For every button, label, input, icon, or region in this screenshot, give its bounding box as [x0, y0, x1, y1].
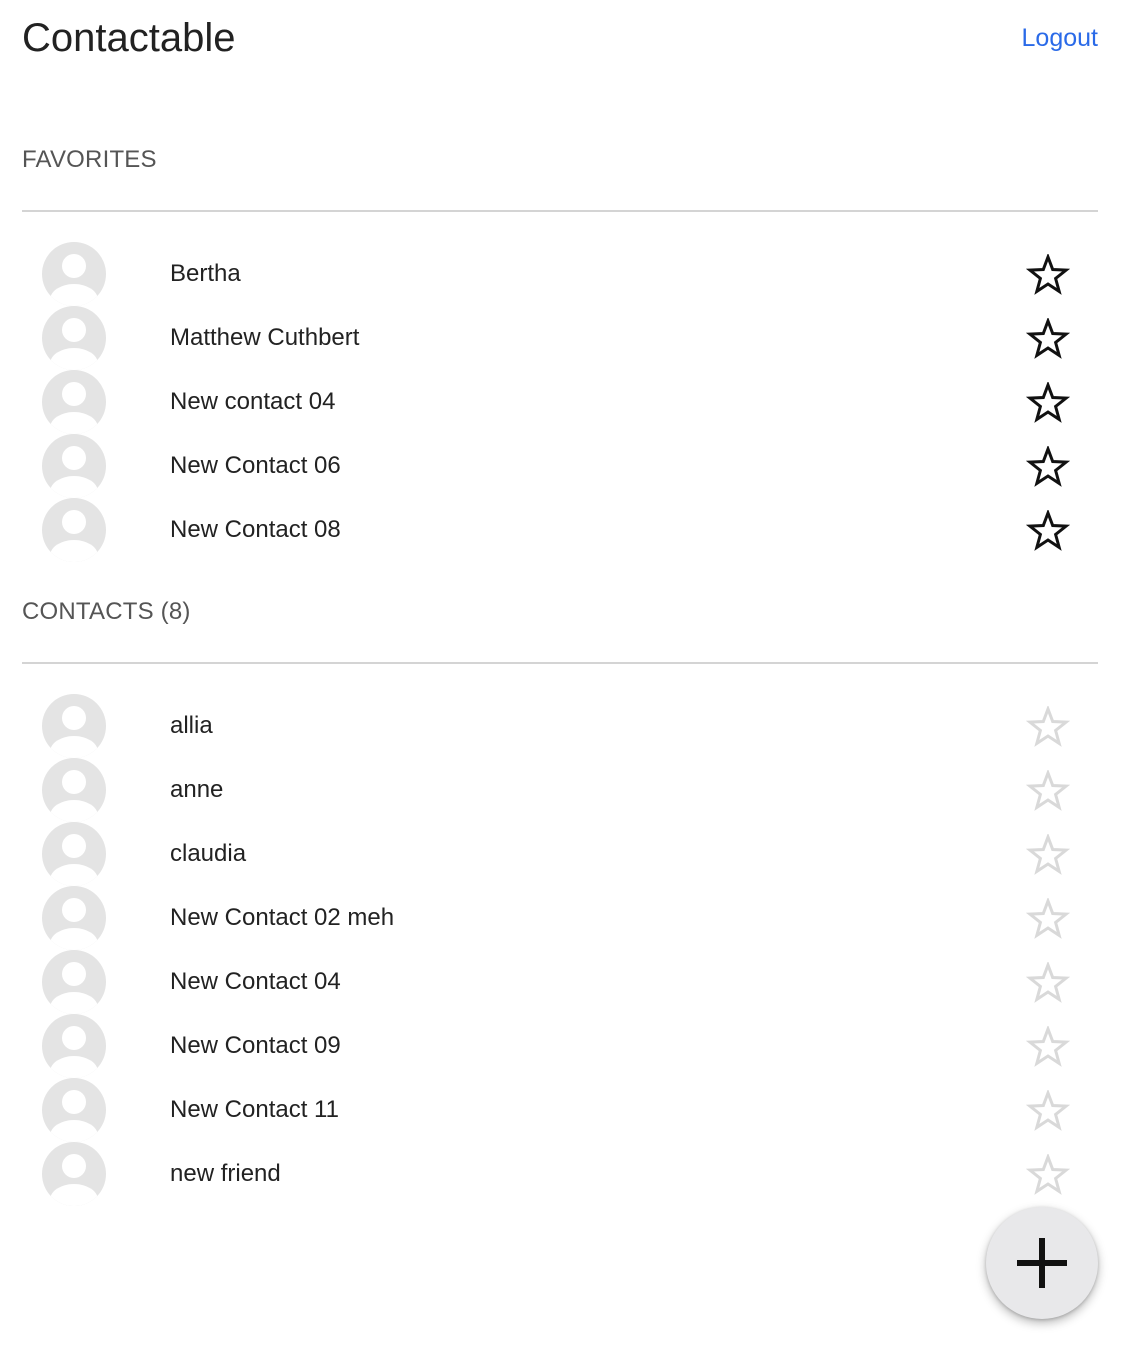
- star-outline-icon[interactable]: [1026, 770, 1070, 812]
- contact-name: new friend: [170, 1160, 281, 1187]
- favorite-star-icon[interactable]: [1026, 446, 1070, 488]
- logout-link[interactable]: Logout: [1022, 22, 1098, 54]
- contact-name: New contact 04: [170, 388, 336, 415]
- star-outline-icon[interactable]: [1026, 834, 1070, 876]
- contact-row[interactable]: allia: [0, 694, 1126, 758]
- app-title: Contactable: [22, 16, 236, 60]
- add-contact-button[interactable]: [986, 1207, 1098, 1319]
- avatar-placeholder-icon: [42, 242, 106, 306]
- star-outline-icon[interactable]: [1026, 706, 1070, 748]
- contact-row[interactable]: New Contact 09: [0, 1014, 1126, 1078]
- avatar-placeholder-icon: [42, 758, 106, 822]
- contact-name: New Contact 09: [170, 1032, 341, 1059]
- avatar-placeholder-icon: [42, 822, 106, 886]
- contact-name: Bertha: [170, 260, 241, 287]
- favorites-list: Bertha Matthew Cuthbert New contact 04 New …: [0, 242, 1126, 562]
- avatar-placeholder-icon: [42, 886, 106, 950]
- contact-name: New Contact 06: [170, 452, 341, 479]
- contact-row[interactable]: New Contact 11: [0, 1078, 1126, 1142]
- contact-name: New Contact 04: [170, 968, 341, 995]
- favorites-divider: [22, 210, 1098, 212]
- contact-row[interactable]: Bertha: [0, 242, 1126, 306]
- favorite-star-icon[interactable]: [1026, 254, 1070, 296]
- contacts-list: allia anne claudia New Contact 02 meh New Co…: [0, 694, 1126, 1206]
- favorite-star-icon[interactable]: [1026, 382, 1070, 424]
- contact-name: claudia: [170, 840, 247, 867]
- star-outline-icon[interactable]: [1026, 962, 1070, 1004]
- favorites-section-title: FAVORITES: [22, 146, 157, 173]
- contact-name: New Contact 02 meh: [170, 904, 395, 931]
- plus-icon: [1017, 1238, 1067, 1288]
- star-outline-icon[interactable]: [1026, 1026, 1070, 1068]
- contact-row[interactable]: anne: [0, 758, 1126, 822]
- avatar-placeholder-icon: [42, 434, 106, 498]
- star-outline-icon[interactable]: [1026, 1090, 1070, 1132]
- favorite-star-icon[interactable]: [1026, 318, 1070, 360]
- avatar-placeholder-icon: [42, 1078, 106, 1142]
- contact-row[interactable]: claudia: [0, 822, 1126, 886]
- app-page: Contactable Logout FAVORITES Bertha Matth…: [0, 0, 1126, 1366]
- contact-row[interactable]: Matthew Cuthbert: [0, 306, 1126, 370]
- avatar-placeholder-icon: [42, 694, 106, 758]
- favorite-star-icon[interactable]: [1026, 510, 1070, 552]
- contact-row[interactable]: New Contact 08: [0, 498, 1126, 562]
- contact-row[interactable]: New Contact 04: [0, 950, 1126, 1014]
- avatar-placeholder-icon: [42, 1142, 106, 1206]
- star-outline-icon[interactable]: [1026, 1154, 1070, 1196]
- app-header: Contactable Logout: [22, 0, 1098, 80]
- avatar-placeholder-icon: [42, 306, 106, 370]
- contact-row[interactable]: new friend: [0, 1142, 1126, 1206]
- avatar-placeholder-icon: [42, 1014, 106, 1078]
- avatar-placeholder-icon: [42, 498, 106, 562]
- contact-name: anne: [170, 776, 224, 803]
- contact-row[interactable]: New Contact 02 meh: [0, 886, 1126, 950]
- contact-name: Matthew Cuthbert: [170, 324, 360, 351]
- avatar-placeholder-icon: [42, 950, 106, 1014]
- contact-row[interactable]: New Contact 06: [0, 434, 1126, 498]
- contact-name: New Contact 11: [170, 1096, 339, 1123]
- avatar-placeholder-icon: [42, 370, 106, 434]
- contact-row[interactable]: New contact 04: [0, 370, 1126, 434]
- star-outline-icon[interactable]: [1026, 898, 1070, 940]
- contacts-section-title: CONTACTS (8): [22, 598, 191, 625]
- contact-name: allia: [170, 712, 213, 739]
- contacts-divider: [22, 662, 1098, 664]
- contact-name: New Contact 08: [170, 516, 341, 543]
